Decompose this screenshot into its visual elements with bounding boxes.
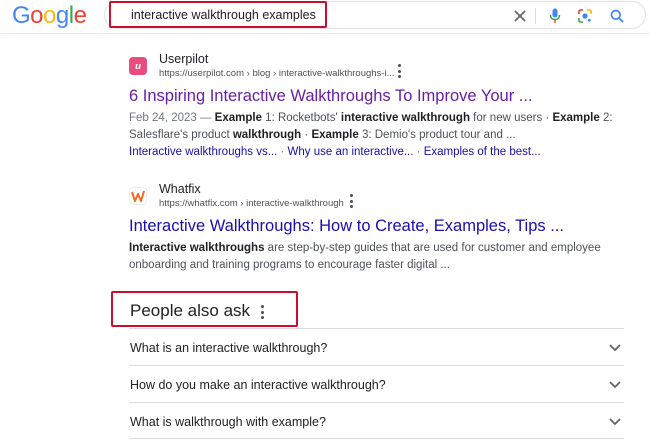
result-date: Feb 24, 2023 — [129, 112, 215, 124]
chevron-down-icon[interactable] [608, 377, 622, 391]
snippet-bold-term: Example [552, 112, 600, 124]
snippet-bold-term: Interactive walkthroughs [129, 242, 265, 254]
site-name: Whatfix [159, 182, 201, 196]
close-icon[interactable] [510, 6, 530, 26]
lens-icon[interactable] [575, 6, 595, 26]
snippet-bold-term: interactive walkthrough [340, 112, 470, 124]
search-divider [535, 8, 536, 24]
search-highlight-annotation [109, 1, 327, 28]
result-site-row[interactable]: Whatfix https://whatfix.com › interactiv… [129, 182, 629, 216]
result-title-link[interactable]: Interactive Walkthroughs: How to Create,… [129, 216, 629, 236]
more-options-icon[interactable] [259, 305, 265, 319]
whatfix-favicon-icon [129, 187, 147, 205]
snippet-fragment: 3: Demio's product tour and ... [358, 129, 516, 141]
site-name: Userpilot [159, 52, 209, 66]
result-title-link[interactable]: 6 Inspiring Interactive Walkthroughs To … [129, 86, 629, 106]
search-result-whatfix: Whatfix https://whatfix.com › interactiv… [129, 182, 629, 274]
paa-question-row[interactable]: How do you make an interactive walkthrou… [129, 365, 624, 402]
people-also-ask-heading: People also ask [130, 301, 251, 320]
snippet-fragment: 1: Rocketbots' [261, 112, 341, 124]
sitelinks: Interactive walkthroughs vs... · Why use… [129, 144, 629, 161]
search-icon[interactable] [607, 6, 627, 26]
site-url: https://userpilot.com › blog › interacti… [159, 68, 395, 79]
userpilot-favicon-icon: u [129, 57, 147, 75]
sitelink[interactable]: Why use an interactive... [288, 146, 414, 158]
paa-question: What is walkthrough with example? [130, 415, 326, 429]
chevron-down-icon[interactable] [608, 414, 622, 428]
snippet-bold-term: Example [311, 129, 359, 141]
snippet-fragment: · [301, 129, 312, 141]
logo-letter: G [12, 2, 31, 29]
people-also-ask-list: What is an interactive walkthrough? How … [129, 328, 624, 439]
logo-letter: o [43, 2, 56, 29]
logo-letter: e [73, 2, 87, 29]
google-logo[interactable]: Google [12, 2, 87, 30]
snippet-text: Interactive walkthroughs are step-by-ste… [129, 242, 601, 271]
more-options-icon[interactable] [396, 64, 402, 78]
result-site-row[interactable]: u Userpilot https://userpilot.com › blog… [129, 52, 629, 86]
paa-question-row[interactable]: What is walkthrough with example? [129, 402, 624, 439]
search-header: Google interactive walkthrough examples [0, 0, 650, 34]
sitelink-separator: · [280, 146, 288, 158]
logo-letter: g [55, 2, 69, 29]
chevron-down-icon[interactable] [608, 340, 622, 354]
search-result-userpilot: u Userpilot https://userpilot.com › blog… [129, 52, 629, 161]
sitelink-separator: · [416, 146, 424, 158]
paa-question: What is an interactive walkthrough? [130, 341, 328, 355]
paa-question-row[interactable]: What is an interactive walkthrough? [129, 328, 624, 365]
snippet-bold-term: walkthrough [232, 129, 302, 141]
sitelink[interactable]: Examples of the best... [424, 146, 541, 158]
result-snippet: Feb 24, 2023 — Example 1: Rocketbots' in… [129, 110, 629, 144]
sitelink[interactable]: Interactive walkthroughs vs... [129, 146, 277, 158]
paa-question: How do you make an interactive walkthrou… [130, 378, 386, 392]
snippet-fragment: for new users · [469, 112, 553, 124]
logo-letter: o [30, 2, 44, 29]
mic-icon[interactable] [545, 6, 565, 26]
site-url: https://whatfix.com › interactive-walkth… [159, 198, 344, 209]
result-snippet: Interactive walkthroughs are step-by-ste… [129, 240, 629, 274]
more-options-icon[interactable] [348, 194, 354, 208]
snippet-bold-term: Example [214, 112, 262, 124]
